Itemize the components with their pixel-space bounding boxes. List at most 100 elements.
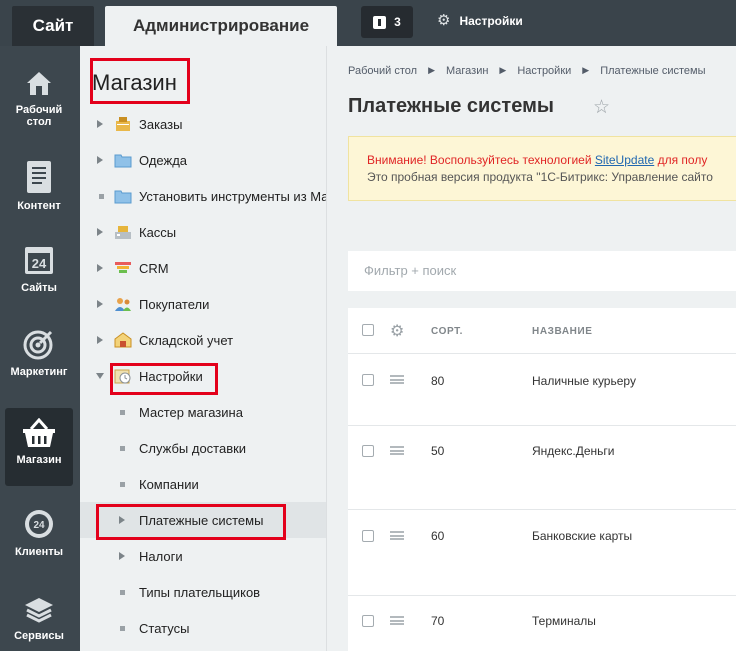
collapse-arrow-icon[interactable] [96, 373, 104, 379]
breadcrumb: Рабочий стол ▶ Магазин ▶ Настройки ▶ Пла… [348, 65, 705, 77]
breadcrumb-item[interactable]: Рабочий стол [348, 65, 417, 77]
menu-subitem-payer-types[interactable]: Типы плательщиков [80, 574, 326, 610]
settings-label: Настройки [459, 13, 523, 28]
cell-sort: 50 [431, 444, 445, 458]
alert-text: для полу [654, 153, 708, 167]
shop-menu-panel: Магазин Заказы Одежда Установить инструм… [80, 46, 327, 651]
alert-text: Внимание! Воспользуйтесь технологией [367, 153, 595, 167]
menu-subitem-shop-wizard[interactable]: Мастер магазина [80, 394, 326, 430]
row-checkbox[interactable] [362, 445, 374, 457]
expand-arrow-icon[interactable] [97, 264, 103, 272]
rail-item-marketing[interactable]: Маркетинг [5, 318, 73, 396]
menu-item-label: Одежда [139, 152, 188, 168]
cell-name[interactable]: Яндекс.Деньги [532, 444, 614, 458]
menu-subitem-statuses[interactable]: Статусы [80, 610, 326, 646]
table-row[interactable]: 70 Терминалы [348, 596, 736, 651]
rail-label: Сервисы [14, 630, 64, 642]
rail-item-content[interactable]: Контент [5, 150, 73, 228]
menu-item-customers[interactable]: Покупатели [80, 286, 326, 322]
select-all-checkbox[interactable] [362, 324, 374, 336]
row-checkbox[interactable] [362, 374, 374, 386]
menu-item-clothing[interactable]: Одежда [80, 142, 326, 178]
breadcrumb-item[interactable]: Платежные системы [600, 65, 705, 77]
cell-name[interactable]: Терминалы [532, 614, 596, 628]
menu-item-label: Статусы [139, 620, 190, 636]
column-header-sort[interactable]: СОРТ. [431, 326, 463, 337]
menu-subitem-payment-systems[interactable]: Платежные системы [80, 502, 326, 538]
menu-subitem-delivery-services[interactable]: Службы доставки [80, 430, 326, 466]
rail-item-services[interactable]: Сервисы [5, 582, 73, 651]
menu-item-settings[interactable]: Настройки [80, 358, 326, 394]
menu-subitem-companies[interactable]: Компании [80, 466, 326, 502]
expand-arrow-icon[interactable] [97, 228, 103, 236]
rail-label: Клиенты [14, 546, 63, 558]
cash-register-icon [115, 226, 131, 239]
main-content: Рабочий стол ▶ Магазин ▶ Настройки ▶ Пла… [327, 46, 736, 651]
bullet-icon [120, 589, 125, 595]
bullet-icon [120, 481, 125, 487]
row-checkbox[interactable] [362, 530, 374, 542]
expand-arrow-icon[interactable] [97, 336, 103, 344]
menu-item-label: CRM [139, 260, 169, 276]
filter-search-input[interactable]: Фильтр + поиск [348, 251, 736, 291]
column-header-name[interactable]: НАЗВАНИЕ [532, 326, 593, 337]
menu-item-label: Налоги [139, 548, 183, 564]
notifications-button[interactable]: 3 [361, 6, 413, 38]
settings-clock-icon [114, 369, 131, 384]
table-row[interactable]: 60 Банковские карты [348, 510, 736, 596]
orders-icon [116, 117, 130, 131]
rail-item-clients[interactable]: 24 Клиенты [5, 498, 73, 576]
settings-button[interactable]: ⚙ Настройки [437, 13, 523, 28]
drag-handle-icon[interactable] [390, 446, 404, 455]
star-icon[interactable]: ☆ [593, 96, 610, 119]
expand-arrow-icon[interactable] [97, 300, 103, 308]
rail-item-shop[interactable]: Магазин [5, 408, 73, 486]
chevron-right-icon: ▶ [499, 65, 507, 75]
rail-item-sites[interactable]: 24 Сайты [5, 234, 73, 312]
breadcrumb-item[interactable]: Настройки [517, 65, 571, 77]
folder-icon [114, 154, 132, 168]
tab-site[interactable]: Сайт [12, 6, 94, 46]
drag-handle-icon[interactable] [390, 375, 404, 384]
siteupdate-link[interactable]: SiteUpdate [595, 153, 654, 167]
top-bar: Сайт Администрирование 3 ⚙ Настройки [0, 0, 736, 46]
drag-handle-icon[interactable] [390, 531, 404, 540]
breadcrumb-item[interactable]: Магазин [446, 65, 488, 77]
menu-item-label: Мастер магазина [139, 404, 243, 420]
menu-subitem-taxes[interactable]: Налоги [80, 538, 326, 574]
chevron-right-icon: ▶ [582, 65, 590, 75]
menu-item-label: Компании [139, 476, 199, 492]
gear-icon: ⚙ [437, 12, 451, 29]
menu-item-label: Кассы [139, 224, 177, 240]
cell-name[interactable]: Банковские карты [532, 529, 632, 543]
table-row[interactable]: 80 Наличные курьеру [348, 354, 736, 426]
expand-arrow-icon[interactable] [119, 552, 125, 560]
notification-icon [373, 15, 387, 29]
bullet-icon [120, 625, 125, 631]
rail-item-desktop[interactable]: Рабочий стол [5, 58, 73, 136]
table-row[interactable]: 50 Яндекс.Деньги [348, 426, 736, 510]
folder-icon [114, 190, 132, 204]
cell-sort: 60 [431, 529, 445, 543]
menu-item-crm[interactable]: CRM [80, 250, 326, 286]
menu-item-orders[interactable]: Заказы [80, 106, 326, 142]
menu-item-install-tools[interactable]: Установить инструменты из Ма [80, 178, 326, 214]
cell-sort: 70 [431, 614, 445, 628]
menu-item-label: Заказы [139, 116, 183, 132]
expand-arrow-icon[interactable] [97, 120, 103, 128]
cell-sort: 80 [431, 374, 445, 388]
expand-arrow-icon[interactable] [97, 156, 103, 164]
rail-label: Контент [17, 200, 61, 212]
menu-item-warehouse[interactable]: Складской учет [80, 322, 326, 358]
cell-name[interactable]: Наличные курьеру [532, 374, 636, 388]
filter-placeholder: Фильтр + поиск [364, 263, 457, 278]
tab-administration[interactable]: Администрирование [105, 6, 337, 46]
gear-icon[interactable]: ⚙ [390, 321, 404, 341]
basket-icon [23, 418, 55, 447]
left-icon-rail: Рабочий стол Контент 24 Сайты Маркетинг [0, 46, 80, 651]
menu-title: Магазин [92, 70, 177, 95]
expand-arrow-icon[interactable] [119, 516, 125, 524]
row-checkbox[interactable] [362, 615, 374, 627]
menu-item-cash-registers[interactable]: Кассы [80, 214, 326, 250]
drag-handle-icon[interactable] [390, 616, 404, 625]
